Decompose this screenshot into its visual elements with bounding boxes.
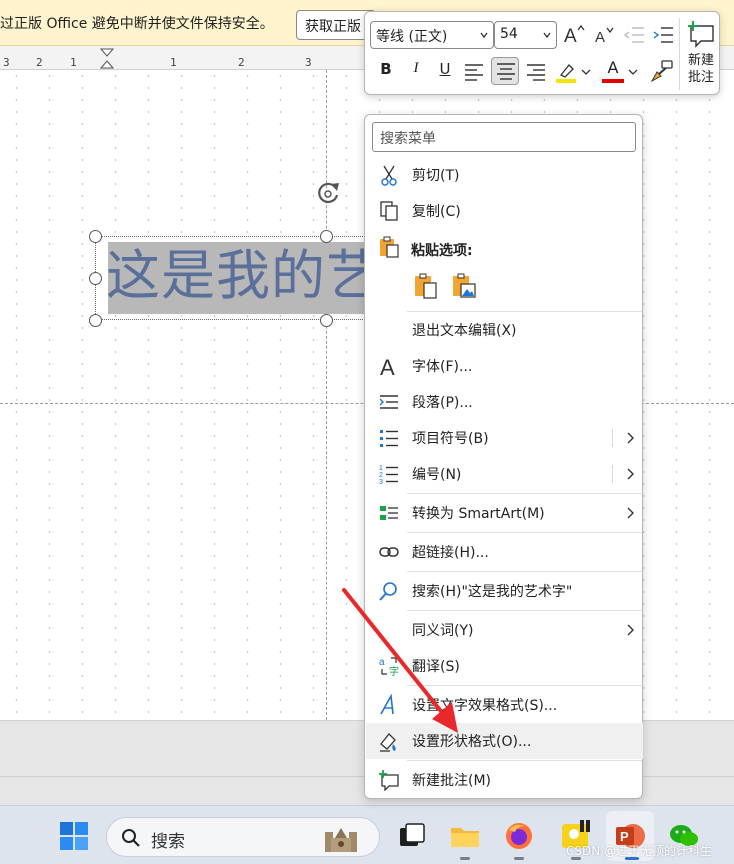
resize-handle-middle-left[interactable]: [89, 272, 102, 285]
taskbar-search-box[interactable]: 搜索: [106, 817, 380, 857]
menu-search-input[interactable]: 搜索菜单: [372, 122, 636, 152]
ruler-tick: 3: [305, 56, 312, 69]
increase-indent-icon[interactable]: [652, 26, 674, 44]
mini-format-toolbar: 等线 (正文) 54 A A B I U A 新建 批注: [364, 11, 720, 95]
indent-marker-icon[interactable]: [100, 48, 114, 70]
smartart-icon: [380, 506, 398, 520]
font-color-button[interactable]: A: [602, 58, 624, 84]
align-center-button[interactable]: [491, 57, 519, 85]
font-name-select[interactable]: 等线 (正文): [370, 21, 494, 49]
windows-start-icon[interactable]: [58, 820, 90, 852]
svg-text:2: 2: [379, 472, 383, 479]
svg-text:3: 3: [379, 479, 383, 485]
svg-text:A: A: [595, 29, 605, 45]
font-color-swatch: [602, 79, 624, 83]
menu-item-label: 段落(P)...: [412, 395, 473, 411]
menu-item-bullets[interactable]: 项目符号(B): [366, 420, 643, 456]
ruler-tick: 2: [238, 56, 245, 69]
wordart-textbox[interactable]: 这是我的艺术字: [95, 236, 490, 320]
menu-item-copy[interactable]: 复制(C): [366, 193, 643, 229]
font-icon: A: [380, 355, 395, 377]
new-comment-label: 批注: [687, 70, 714, 85]
chevron-down-icon: [543, 32, 551, 39]
resize-handle-top-center[interactable]: [320, 230, 333, 243]
ruler-tick: 3: [3, 56, 10, 69]
font-size-select[interactable]: 54: [494, 21, 557, 49]
font-name-value: 等线 (正文): [376, 29, 448, 45]
menu-item-label: 超链接(H)...: [412, 545, 489, 561]
resize-handle-bottom-left[interactable]: [89, 314, 102, 327]
menu-item-label: 新建批注(M): [412, 773, 492, 789]
notification-message: 过正版 Office 避免中断并使文件保持安全。: [0, 16, 274, 32]
numbering-icon: 1 2 3: [379, 465, 398, 485]
link-icon: [379, 547, 399, 557]
align-left-icon[interactable]: [464, 63, 484, 81]
menu-item-label: 剪切(T): [412, 168, 460, 184]
paragraph-icon: [379, 395, 398, 409]
underline-button[interactable]: U: [434, 60, 456, 88]
ruler-tick: 1: [170, 56, 177, 69]
chevron-right-icon[interactable]: [626, 468, 634, 480]
search-icon: [122, 829, 140, 847]
taskbar-search-label: 搜索: [151, 832, 185, 852]
align-right-icon[interactable]: [526, 63, 546, 81]
cathedral-highlight-icon: [325, 828, 357, 852]
copy-icon: [380, 201, 398, 221]
menu-item-numbering[interactable]: 1 2 3 编号(N): [366, 456, 643, 492]
decrease-indent-icon[interactable]: [623, 26, 645, 44]
menu-item-label: 退出文本编辑(X): [412, 323, 517, 339]
vertical-guide: [326, 70, 327, 720]
svg-text:1: 1: [379, 465, 383, 472]
file-explorer-icon[interactable]: [449, 820, 481, 852]
menu-item-label: 字体(F)...: [412, 359, 473, 375]
font-size-value: 54: [500, 26, 518, 42]
decrease-font-size-icon[interactable]: A: [593, 25, 615, 45]
resize-handle-bottom-center[interactable]: [320, 314, 333, 327]
chevron-down-icon: [480, 32, 488, 39]
chevron-right-icon[interactable]: [626, 432, 634, 444]
bold-button[interactable]: B: [375, 60, 397, 88]
highlight-pen-icon[interactable]: [555, 60, 577, 84]
paste-as-picture-icon[interactable]: [450, 272, 478, 300]
align-center-icon: [497, 63, 515, 80]
paste-keep-source-icon[interactable]: [412, 272, 440, 300]
format-painter-icon[interactable]: [650, 59, 674, 83]
menu-item-label: 编号(N): [412, 467, 462, 483]
menu-item-exit-text-edit[interactable]: 退出文本编辑(X): [366, 312, 643, 348]
new-comment-label: 新建: [687, 53, 714, 68]
menu-search-placeholder: 搜索菜单: [380, 131, 436, 147]
annotation-arrow-icon: [342, 588, 458, 733]
paste-options-label: 粘贴选项:: [411, 243, 473, 259]
chevron-down-icon[interactable]: [581, 68, 591, 76]
new-comment-icon: [379, 770, 399, 791]
task-view-icon[interactable]: [396, 820, 428, 852]
menu-item-label: 转换为 SmartArt(M): [412, 506, 545, 522]
menu-item-convert-smartart[interactable]: 转换为 SmartArt(M): [366, 495, 643, 531]
chevron-right-icon: [627, 624, 634, 636]
italic-button[interactable]: I: [405, 60, 427, 88]
menu-item-paragraph[interactable]: 段落(P)...: [366, 384, 643, 420]
menu-item-cut[interactable]: 剪切(T): [366, 157, 643, 193]
watermark-text: CSDN @过于无顶的计科生: [566, 844, 713, 858]
menu-item-label: 复制(C): [412, 204, 461, 220]
scissors-icon: [381, 165, 397, 186]
chevron-down-icon[interactable]: [628, 68, 638, 76]
resize-handle-top-left[interactable]: [89, 230, 102, 243]
increase-font-size-icon[interactable]: A: [563, 23, 585, 45]
new-comment-icon[interactable]: [686, 20, 716, 48]
menu-item-label: 项目符号(B): [412, 431, 489, 447]
svg-text:A: A: [380, 355, 395, 377]
ruler-tick: 1: [70, 56, 77, 69]
firefox-icon[interactable]: [503, 820, 535, 852]
menu-item-hyperlink[interactable]: 超链接(H)...: [366, 534, 643, 570]
bullets-icon: [380, 430, 398, 447]
clipboard-icon: [380, 236, 399, 258]
rotate-handle-icon[interactable]: [313, 178, 343, 208]
menu-item-new-comment[interactable]: 新建批注(M): [366, 762, 643, 798]
menu-item-font[interactable]: A 字体(F)...: [366, 348, 643, 384]
svg-text:A: A: [564, 26, 577, 45]
new-comment-button[interactable]: 新建 批注: [683, 52, 719, 86]
chevron-right-icon: [627, 507, 634, 519]
ruler-tick: 2: [36, 56, 43, 69]
